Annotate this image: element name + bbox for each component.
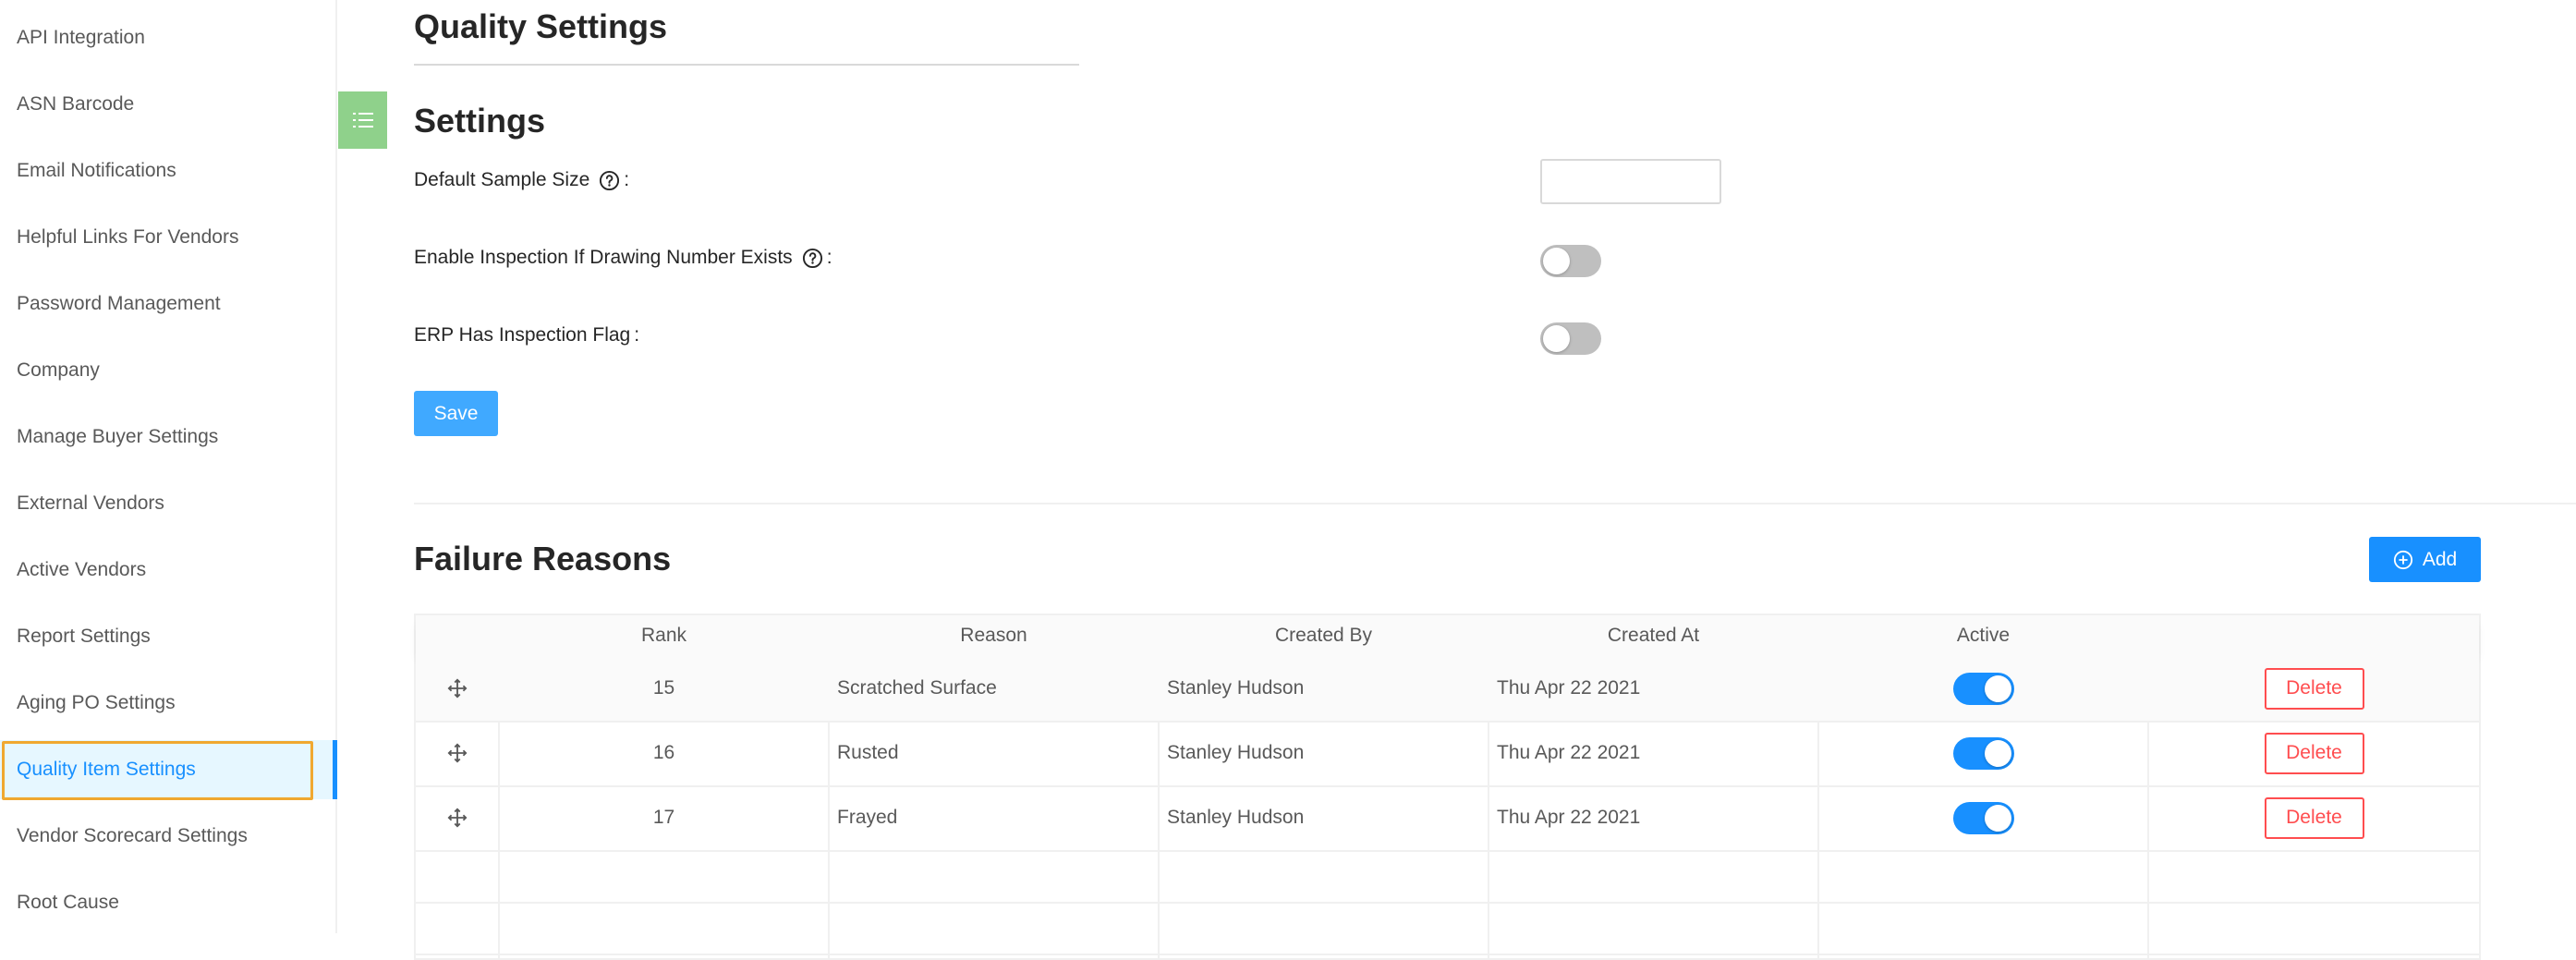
toggle-knob <box>1543 325 1570 352</box>
active-cell <box>1819 785 2147 850</box>
sidebar: API Integration ASN Barcode Email Notifi… <box>0 0 337 933</box>
active-toggle[interactable] <box>1952 672 2014 705</box>
active-cell <box>1819 721 2147 785</box>
delete-button[interactable]: Delete <box>2264 732 2364 774</box>
toggle-knob <box>1543 248 1570 274</box>
column-header-created-by[interactable]: Created By <box>1160 615 1488 656</box>
settings-title: Settings <box>414 102 546 140</box>
column-header-active[interactable]: Active <box>1819 615 2147 656</box>
table-row: 16 Rusted Stanley Hudson Thu Apr 22 2021… <box>416 721 2479 787</box>
empty-table-row <box>416 902 2479 955</box>
drag-move-icon <box>447 808 467 828</box>
created-by-cell: Stanley Hudson <box>1167 677 1305 699</box>
sidebar-item-api-integration[interactable]: API Integration <box>0 8 335 67</box>
table-row: 15 Scratched Surface Stanley Hudson Thu … <box>416 656 2479 723</box>
help-icon[interactable] <box>599 170 620 191</box>
reason-cell: Scratched Surface <box>837 677 997 699</box>
enable-inspection-text: Enable Inspection If Drawing Number Exis… <box>414 247 793 268</box>
sidebar-item-aging-po-settings[interactable]: Aging PO Settings <box>0 674 335 733</box>
menu-toggle-button[interactable] <box>338 91 387 149</box>
toggle-knob <box>1984 739 2011 767</box>
sidebar-item-root-cause[interactable]: Root Cause <box>0 873 335 932</box>
label-colon: : <box>634 324 640 346</box>
created-by-cell: Stanley Hudson <box>1167 807 1305 828</box>
failure-reasons-title: Failure Reasons <box>414 540 672 577</box>
plus-circle-icon <box>2393 550 2412 569</box>
action-cell: Delete <box>2149 785 2479 850</box>
rank-cell: 17 <box>652 807 675 828</box>
created-at-cell: Thu Apr 22 2021 <box>1497 742 1641 763</box>
default-sample-size-input[interactable] <box>1540 159 1721 204</box>
failure-reasons-table: Rank Reason Created By Created At Active… <box>414 614 2481 960</box>
reason-cell: Frayed <box>837 807 898 828</box>
column-header-reason[interactable]: Reason <box>830 615 1158 656</box>
page-title: Quality Settings <box>414 7 668 45</box>
sidebar-item-asn-barcode[interactable]: ASN Barcode <box>0 75 335 134</box>
sidebar-item-company[interactable]: Company <box>0 341 335 400</box>
label-colon: : <box>826 247 832 268</box>
table-row: 17 Frayed Stanley Hudson Thu Apr 22 2021… <box>416 785 2479 852</box>
column-header-created-at[interactable]: Created At <box>1489 615 1817 656</box>
empty-table-row <box>416 850 2479 904</box>
add-button[interactable]: Add <box>2369 537 2481 582</box>
reason-cell: Rusted <box>837 742 899 763</box>
erp-flag-toggle[interactable] <box>1540 322 1601 355</box>
enable-inspection-label: Enable Inspection If Drawing Number Exis… <box>414 247 832 269</box>
add-button-label: Add <box>2422 548 2458 570</box>
sidebar-item-email-notifications[interactable]: Email Notifications <box>0 141 335 201</box>
sidebar-item-manage-buyer-settings[interactable]: Manage Buyer Settings <box>0 407 335 467</box>
action-cell: Delete <box>2149 656 2479 721</box>
drag-handle[interactable] <box>416 656 498 721</box>
erp-flag-label: ERP Has Inspection Flag : <box>414 324 639 346</box>
default-sample-size-text: Default Sample Size <box>414 169 590 190</box>
rank-cell: 16 <box>652 742 675 763</box>
created-at-cell: Thu Apr 22 2021 <box>1497 677 1641 699</box>
active-toggle[interactable] <box>1952 801 2014 834</box>
drag-handle[interactable] <box>416 721 498 785</box>
help-icon[interactable] <box>802 248 823 269</box>
sidebar-item-active-vendors[interactable]: Active Vendors <box>0 541 335 600</box>
drag-move-icon <box>447 678 467 699</box>
label-colon: : <box>624 169 630 190</box>
erp-flag-text: ERP Has Inspection Flag <box>414 324 631 346</box>
active-cell <box>1819 656 2147 721</box>
toggle-knob <box>1984 674 2011 702</box>
sidebar-item-quality-item-settings[interactable]: Quality Item Settings <box>0 740 337 799</box>
delete-button[interactable]: Delete <box>2264 667 2364 710</box>
enable-inspection-toggle[interactable] <box>1540 245 1601 277</box>
sidebar-item-external-vendors[interactable]: External Vendors <box>0 474 335 533</box>
list-icon <box>352 113 373 128</box>
drag-move-icon <box>447 743 467 763</box>
created-at-cell: Thu Apr 22 2021 <box>1497 807 1641 828</box>
delete-button[interactable]: Delete <box>2264 796 2364 839</box>
section-divider <box>414 503 2576 504</box>
sidebar-item-helpful-links[interactable]: Helpful Links For Vendors <box>0 208 335 267</box>
drag-handle[interactable] <box>416 785 498 850</box>
created-by-cell: Stanley Hudson <box>1167 742 1305 763</box>
default-sample-size-label: Default Sample Size : <box>414 169 629 191</box>
column-header-rank[interactable]: Rank <box>500 615 828 656</box>
table-header: Rank Reason Created By Created At Active <box>416 615 2479 658</box>
title-divider <box>414 64 1079 66</box>
action-cell: Delete <box>2149 721 2479 785</box>
sidebar-item-vendor-scorecard-settings[interactable]: Vendor Scorecard Settings <box>0 807 335 866</box>
sidebar-item-password-management[interactable]: Password Management <box>0 274 335 334</box>
rank-cell: 15 <box>652 677 675 699</box>
toggle-knob <box>1984 804 2011 832</box>
sidebar-item-report-settings[interactable]: Report Settings <box>0 607 335 666</box>
active-toggle[interactable] <box>1952 736 2014 770</box>
save-button[interactable]: Save <box>414 391 498 436</box>
